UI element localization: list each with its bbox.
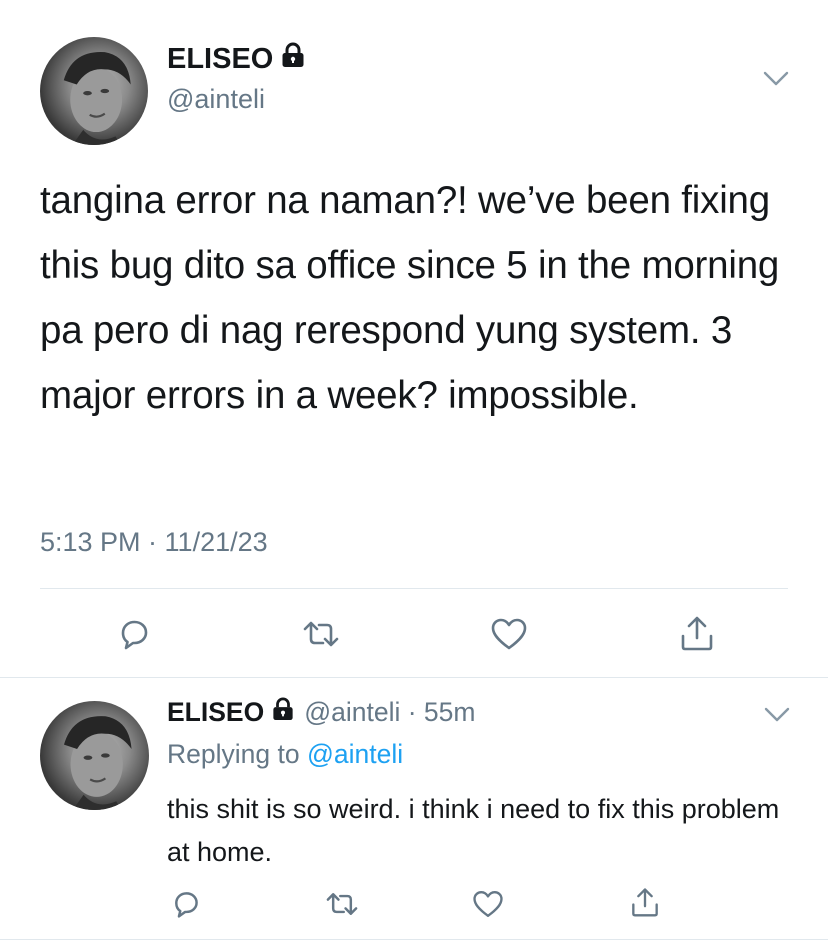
replying-to-line: Replying to @ainteli	[167, 739, 403, 770]
reply-header: ELISEO @ainteli · 55m	[167, 697, 475, 728]
retweet-button[interactable]	[321, 885, 363, 923]
profile-photo	[63, 51, 131, 145]
lock-icon	[272, 697, 294, 728]
main-tweet-timestamp[interactable]: 5:13 PM · 11/21/23	[40, 527, 268, 558]
replying-to-prefix: Replying to	[167, 739, 300, 769]
main-handle[interactable]: @ainteli	[167, 84, 265, 115]
share-icon	[681, 616, 713, 651]
like-button[interactable]	[469, 885, 507, 923]
chevron-down-icon[interactable]	[763, 71, 789, 92]
main-tweet-text: tangina error na naman?! we’ve been fixi…	[40, 179, 780, 417]
reply-button[interactable]	[167, 885, 205, 923]
reply-button[interactable]	[112, 612, 156, 656]
profile-photo	[63, 716, 132, 810]
share-button[interactable]	[675, 610, 719, 656]
main-display-name[interactable]: ELISEO	[167, 42, 305, 76]
reply-display-name[interactable]: ELISEO	[167, 697, 264, 728]
divider	[40, 588, 788, 589]
retweet-icon	[303, 621, 339, 647]
main-display-name-text: ELISEO	[167, 42, 274, 75]
like-button[interactable]	[487, 612, 531, 656]
main-avatar[interactable]	[40, 37, 148, 145]
heart-icon	[473, 891, 503, 917]
reply-handle-time[interactable]: @ainteli · 55m	[304, 697, 475, 728]
share-button[interactable]	[626, 882, 664, 922]
divider	[0, 939, 828, 940]
heart-icon	[491, 618, 527, 650]
divider	[0, 677, 828, 678]
replying-to-link[interactable]: @ainteli	[307, 739, 403, 769]
reply-tweet-text: this shit is so weird. i think i need to…	[167, 794, 780, 867]
reply-avatar[interactable]	[40, 701, 149, 810]
lock-icon	[281, 42, 305, 76]
share-icon	[632, 888, 658, 917]
retweet-icon	[326, 893, 358, 915]
chevron-down-icon[interactable]	[764, 707, 790, 728]
reply-icon	[121, 620, 148, 650]
reply-icon	[175, 892, 198, 918]
retweet-button[interactable]	[297, 612, 345, 656]
